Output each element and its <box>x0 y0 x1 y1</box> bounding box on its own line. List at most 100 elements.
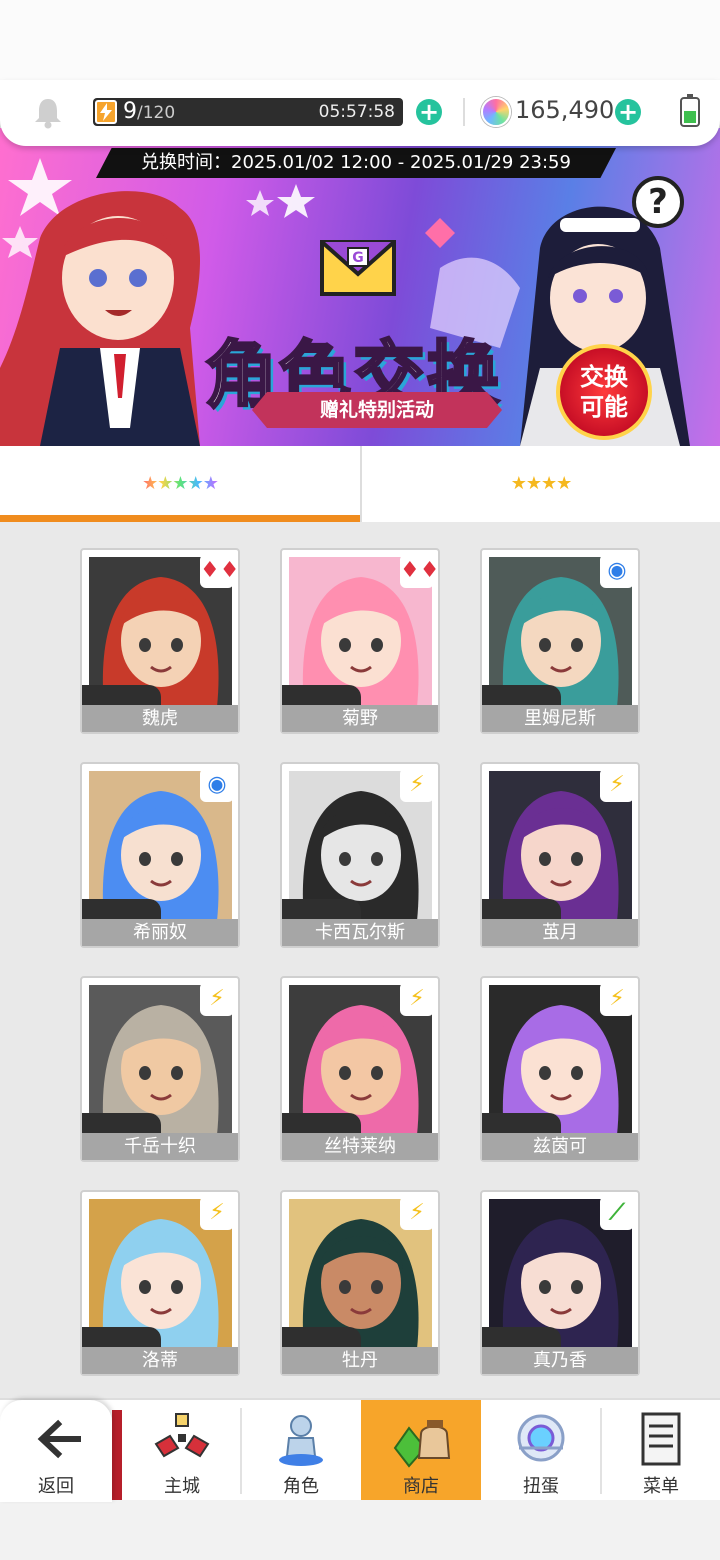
badge-line-2: 可能 <box>580 393 628 421</box>
attribute-icon: ⚡ <box>600 982 634 1016</box>
exchange-available-badge: 交换 可能 <box>556 344 652 440</box>
character-card[interactable]: ⚡ ★★★★★ 牡丹 <box>280 1190 440 1376</box>
character-card[interactable]: ⟋ ★★★★★ 真乃香 <box>480 1190 640 1376</box>
stamina-current: 9 <box>123 99 137 124</box>
tab-4-star-label: ★★★★ <box>510 473 573 494</box>
nav-gacha-label: 扭蛋 <box>523 1476 559 1497</box>
nav-character[interactable]: 角色 <box>241 1400 361 1502</box>
character-stars: ★★★★★ <box>282 685 362 707</box>
nav-main-city-label: 主城 <box>164 1476 200 1497</box>
stamina-max: /120 <box>137 103 176 123</box>
character-stars: ★★★★★ <box>482 1327 562 1349</box>
svg-text:G: G <box>352 250 364 266</box>
character-stars: ★★★★★ <box>482 685 562 707</box>
attribute-icon: ⚡ <box>200 1196 234 1230</box>
stamina-timer: 05:57:58 <box>318 102 395 122</box>
character-stars: ★★★★★ <box>282 1113 362 1135</box>
add-gems-button[interactable]: + <box>615 99 641 125</box>
character-name: 希丽奴 <box>82 919 238 946</box>
character-card[interactable]: ⚡ ★★★★★ 兹茵可 <box>480 976 640 1162</box>
back-arrow-icon <box>30 1408 90 1470</box>
stamina-lightning-icon <box>95 100 117 124</box>
character-name: 千岳十织 <box>82 1133 238 1160</box>
character-stars: ★★★★★ <box>482 899 562 921</box>
character-stars: ★★★★★ <box>82 899 162 921</box>
character-name: 卡西瓦尔斯 <box>282 919 438 946</box>
character-name: 真乃香 <box>482 1347 638 1374</box>
nav-menu-label: 菜单 <box>643 1476 679 1497</box>
gem-icon <box>481 97 511 127</box>
character-card[interactable]: ⚡ ★★★★★ 卡西瓦尔斯 <box>280 762 440 948</box>
nav-character-label: 角色 <box>283 1476 319 1497</box>
attribute-icon: ♦♦ <box>200 554 239 588</box>
help-button[interactable]: ? <box>632 176 684 228</box>
active-tab-indicator <box>0 515 360 522</box>
character-grid: ♦♦ ★★★★★ 魏虎 ♦♦ ★★★★★ 菊野 ◉ ★★★★★ 里姆尼斯 ◉ ★… <box>0 530 720 1400</box>
character-stars: ★★★★★ <box>82 1327 162 1349</box>
character-name: 兹茵可 <box>482 1133 638 1160</box>
attribute-icon: ◉ <box>600 554 634 588</box>
attribute-icon: ⚡ <box>600 768 634 802</box>
character-card[interactable]: ◉ ★★★★★ 里姆尼斯 <box>480 548 640 734</box>
main-city-icon <box>152 1408 212 1470</box>
attribute-icon: ⚡ <box>400 982 434 1016</box>
character-icon <box>271 1408 331 1470</box>
character-card[interactable]: ♦♦ ★★★★★ 魏虎 <box>80 548 240 734</box>
nav-back-label: 返回 <box>38 1476 74 1497</box>
attribute-icon: ♦♦ <box>400 554 439 588</box>
tab-5-star-label: ★★★★★ <box>142 473 219 494</box>
character-name: 洛蒂 <box>82 1347 238 1374</box>
menu-icon <box>631 1408 691 1470</box>
status-area <box>0 0 720 80</box>
tab-4-star[interactable]: ★★★★ <box>360 446 720 522</box>
bottom-nav: 返回 主城 角色 商店 扭蛋 菜单 <box>0 1398 720 1502</box>
nav-back-button[interactable]: 返回 <box>0 1400 112 1502</box>
character-stars: ★★★★★ <box>82 1113 162 1135</box>
character-name: 菊野 <box>282 705 438 732</box>
character-card[interactable]: ⚡ ★★★★★ 千岳十织 <box>80 976 240 1162</box>
character-name: 里姆尼斯 <box>482 705 638 732</box>
bell-icon[interactable] <box>32 96 64 130</box>
character-name: 牡丹 <box>282 1347 438 1374</box>
shop-icon <box>391 1408 451 1470</box>
tab-5-star[interactable]: ★★★★★ <box>0 446 360 522</box>
divider <box>463 98 465 126</box>
character-stars: ★★★★★ <box>482 1113 562 1135</box>
character-card[interactable]: ⚡ ★★★★★ 洛蒂 <box>80 1190 240 1376</box>
stamina-display: 9/120 05:57:58 <box>93 98 403 126</box>
attribute-icon: ◉ <box>200 768 234 802</box>
attribute-icon: ⚡ <box>400 768 434 802</box>
nav-edge-decoration <box>112 1410 122 1500</box>
character-stars: ★★★★★ <box>282 899 362 921</box>
character-card[interactable]: ◉ ★★★★★ 希丽奴 <box>80 762 240 948</box>
attribute-icon: ⟋ <box>600 1196 634 1230</box>
attribute-icon: ⚡ <box>200 982 234 1016</box>
attribute-icon: ⚡ <box>400 1196 434 1230</box>
event-banner: 兑换时间：2025.01/02 12:00 - 2025.01/29 23:59… <box>0 128 720 446</box>
nav-shop-label: 商店 <box>403 1476 439 1497</box>
character-card[interactable]: ⚡ ★★★★★ 茧月 <box>480 762 640 948</box>
character-name: 魏虎 <box>82 705 238 732</box>
gem-count: 165,490 <box>515 96 615 124</box>
character-stars: ★★★★★ <box>82 685 162 707</box>
character-stars: ★★★★★ <box>282 1327 362 1349</box>
banner-subtitle: 赠礼特别活动 <box>252 392 502 428</box>
character-name: 丝特莱纳 <box>282 1133 438 1160</box>
stamina-value: 9/120 <box>123 99 175 126</box>
resource-bar: 9/120 05:57:58 + 165,490 + <box>0 80 720 146</box>
nav-menu[interactable]: 菜单 <box>601 1400 720 1502</box>
add-stamina-button[interactable]: + <box>416 99 442 125</box>
nav-main-city[interactable]: 主城 <box>122 1400 242 1502</box>
character-card[interactable]: ⚡ ★★★★★ 丝特莱纳 <box>280 976 440 1162</box>
nav-gacha[interactable]: 扭蛋 <box>481 1400 601 1502</box>
character-card[interactable]: ♦♦ ★★★★★ 菊野 <box>280 548 440 734</box>
character-name: 茧月 <box>482 919 638 946</box>
badge-line-1: 交换 <box>580 363 628 391</box>
system-gesture-area <box>0 1500 720 1560</box>
envelope-icon: G <box>318 228 398 298</box>
gacha-icon <box>511 1408 571 1470</box>
exchange-period: 兑换时间：2025.01/02 12:00 - 2025.01/29 23:59 <box>96 148 616 178</box>
rarity-tabs: ★★★★★ ★★★★ <box>0 446 720 522</box>
nav-shop[interactable]: 商店 <box>361 1400 481 1502</box>
battery-icon <box>680 94 700 127</box>
